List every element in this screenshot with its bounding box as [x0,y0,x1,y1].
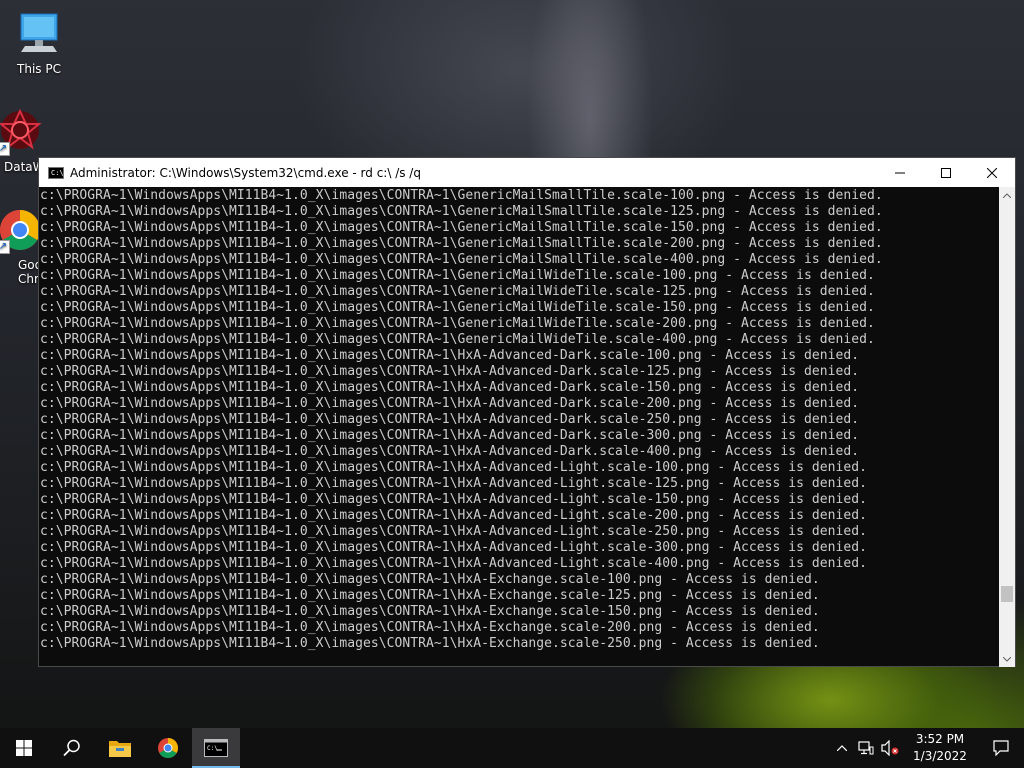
console-line: c:\PROGRA~1\WindowsApps\MI11B4~1.0_X\ima… [40,476,868,491]
file-explorer-button[interactable] [96,728,144,768]
shortcut-arrow-icon: ↗ [0,240,10,254]
console-output[interactable]: c:\PROGRA~1\WindowsApps\MI11B4~1.0_X\ima… [39,187,1001,667]
console-line: c:\PROGRA~1\WindowsApps\MI11B4~1.0_X\ima… [40,556,868,571]
console-line: c:\PROGRA~1\WindowsApps\MI11B4~1.0_X\ima… [40,588,820,603]
close-button[interactable] [969,158,1015,187]
desktop-icon-label: This PC [17,62,61,76]
console-line: c:\PROGRA~1\WindowsApps\MI11B4~1.0_X\ima… [40,364,860,379]
start-button[interactable] [0,728,48,768]
vertical-scrollbar[interactable] [999,187,1015,667]
network-icon [858,741,874,755]
console-line: c:\PROGRA~1\WindowsApps\MI11B4~1.0_X\ima… [40,412,860,427]
console-line: c:\PROGRA~1\WindowsApps\MI11B4~1.0_X\ima… [40,508,868,523]
taskbar: C:\ 3:52 PM 1/3/2022 [0,728,1024,768]
volume-muted-icon [881,740,899,756]
volume-button[interactable] [878,728,902,768]
desktop-icon-label: Goo Chr [18,258,42,286]
computer-icon [15,10,63,58]
console-line: c:\PROGRA~1\WindowsApps\MI11B4~1.0_X\ima… [40,268,875,283]
console-line: c:\PROGRA~1\WindowsApps\MI11B4~1.0_X\ima… [40,252,883,267]
shortcut-arrow-icon: ↗ [0,142,10,156]
console-line: c:\PROGRA~1\WindowsApps\MI11B4~1.0_X\ima… [40,236,883,251]
desktop-icon-this-pc[interactable]: This PC [1,10,77,76]
window-title: Administrator: C:\Windows\System32\cmd.e… [70,165,421,180]
scroll-up-button[interactable] [999,187,1015,203]
console-line: c:\PROGRA~1\WindowsApps\MI11B4~1.0_X\ima… [40,540,868,555]
chrome-taskbar-button[interactable] [144,728,192,768]
clock-time: 3:52 PM [915,732,965,746]
scroll-down-button[interactable] [999,651,1015,667]
system-tray: 3:52 PM 1/3/2022 [830,728,1024,768]
notification-icon [993,740,1009,756]
console-line: c:\PROGRA~1\WindowsApps\MI11B4~1.0_X\ima… [40,620,820,635]
search-button[interactable] [48,728,96,768]
close-icon [987,167,997,178]
cmd-app-icon[interactable]: C:\ [48,166,64,179]
console-line: c:\PROGRA~1\WindowsApps\MI11B4~1.0_X\ima… [40,220,883,235]
maximize-icon [941,167,951,178]
clock-date: 1/3/2022 [913,749,967,763]
start-icon [16,740,32,756]
maximize-button[interactable] [923,158,969,187]
console-line: c:\PROGRA~1\WindowsApps\MI11B4~1.0_X\ima… [40,300,875,315]
cmd-icon: C:\ [204,739,228,757]
console-line: c:\PROGRA~1\WindowsApps\MI11B4~1.0_X\ima… [40,428,860,443]
cmd-window[interactable]: C:\ Administrator: C:\Windows\System32\c… [38,157,1016,667]
console-line: c:\PROGRA~1\WindowsApps\MI11B4~1.0_X\ima… [40,332,875,347]
window-titlebar[interactable]: C:\ Administrator: C:\Windows\System32\c… [39,158,1015,187]
clock[interactable]: 3:52 PM 1/3/2022 [902,731,978,765]
chrome-icon [158,738,178,758]
cmd-taskbar-button[interactable]: C:\ [192,728,240,768]
minimize-icon [895,172,905,173]
console-line: c:\PROGRA~1\WindowsApps\MI11B4~1.0_X\ima… [40,636,820,651]
action-center-button[interactable] [978,728,1024,768]
console-line: c:\PROGRA~1\WindowsApps\MI11B4~1.0_X\ima… [40,572,820,587]
console-line: c:\PROGRA~1\WindowsApps\MI11B4~1.0_X\ima… [40,380,860,395]
show-hidden-icons-button[interactable] [830,728,854,768]
console-line: c:\PROGRA~1\WindowsApps\MI11B4~1.0_X\ima… [40,444,860,459]
network-button[interactable] [854,728,878,768]
minimize-button[interactable] [877,158,923,187]
console-line: c:\PROGRA~1\WindowsApps\MI11B4~1.0_X\ima… [40,348,860,363]
console-line: c:\PROGRA~1\WindowsApps\MI11B4~1.0_X\ima… [40,188,883,203]
svg-text:C:\: C:\ [207,745,218,752]
console-line: c:\PROGRA~1\WindowsApps\MI11B4~1.0_X\ima… [40,460,868,475]
chevron-up-icon [837,745,847,751]
scroll-up-icon [1003,192,1011,198]
scroll-down-icon [1003,656,1011,662]
scrollbar-thumb[interactable] [1001,586,1013,602]
console-line: c:\PROGRA~1\WindowsApps\MI11B4~1.0_X\ima… [40,316,875,331]
search-icon [63,739,80,757]
console-line: c:\PROGRA~1\WindowsApps\MI11B4~1.0_X\ima… [40,396,860,411]
datawipe-icon: ↗ [0,108,44,156]
console-line: c:\PROGRA~1\WindowsApps\MI11B4~1.0_X\ima… [40,284,875,299]
console-line: c:\PROGRA~1\WindowsApps\MI11B4~1.0_X\ima… [40,492,868,507]
console-line: c:\PROGRA~1\WindowsApps\MI11B4~1.0_X\ima… [40,204,883,219]
console-line: c:\PROGRA~1\WindowsApps\MI11B4~1.0_X\ima… [40,524,868,539]
file-explorer-icon [109,741,131,757]
console-line: c:\PROGRA~1\WindowsApps\MI11B4~1.0_X\ima… [40,604,820,619]
